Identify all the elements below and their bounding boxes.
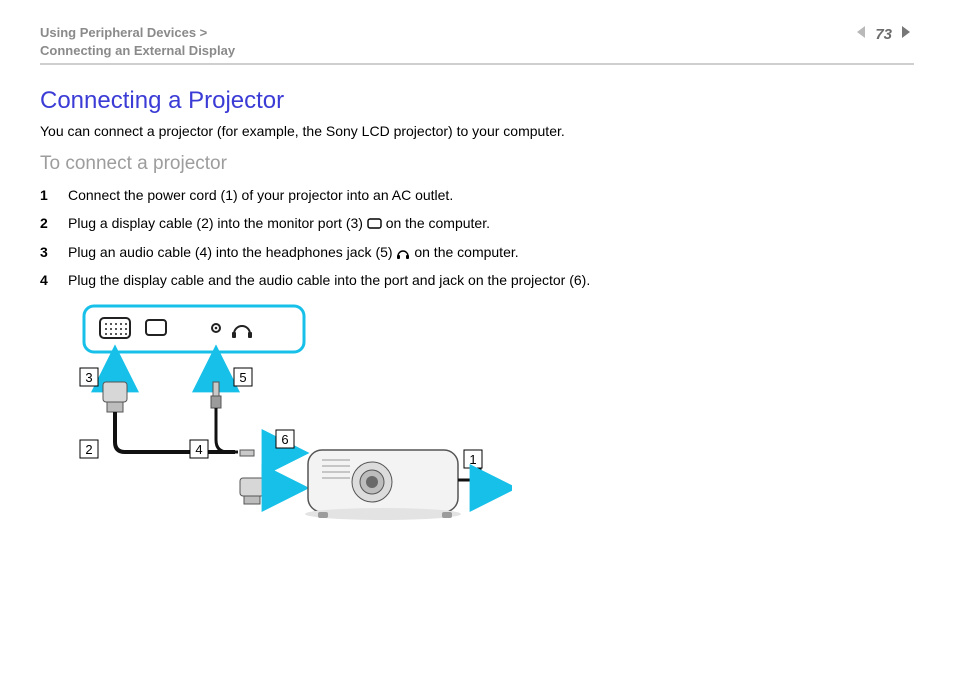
step-2: 2Plug a display cable (2) into the monit… bbox=[40, 213, 914, 233]
step-3-text: Plug an audio cable (4) into the headpho… bbox=[68, 242, 519, 262]
audio-plug-projector bbox=[240, 450, 254, 456]
content: Connecting a Projector You can connect a… bbox=[40, 65, 914, 560]
headphone-icon bbox=[234, 326, 250, 334]
pager: 73 bbox=[853, 24, 914, 45]
breadcrumb-line2: Connecting an External Display bbox=[40, 42, 235, 60]
vga-connector-projector bbox=[240, 478, 264, 504]
label-3: 3 bbox=[85, 370, 92, 385]
connection-diagram: 3 5 2 4 bbox=[72, 300, 512, 560]
prev-page-icon[interactable] bbox=[853, 24, 869, 45]
step-1-text: Connect the power cord (1) of your proje… bbox=[68, 185, 453, 205]
next-page-icon[interactable] bbox=[898, 24, 914, 45]
label-5: 5 bbox=[239, 370, 246, 385]
page-number: 73 bbox=[875, 26, 892, 43]
label-2: 2 bbox=[85, 442, 92, 457]
audio-plug bbox=[211, 382, 238, 452]
headphone-icon bbox=[396, 244, 410, 260]
monitor-port-icon bbox=[146, 320, 166, 335]
page-title: Connecting a Projector bbox=[40, 87, 914, 115]
step-4-text: Plug the display cable and the audio cab… bbox=[68, 270, 590, 290]
step-2-text: Plug a display cable (2) into the monito… bbox=[68, 213, 490, 233]
step-4: 4Plug the display cable and the audio ca… bbox=[40, 270, 914, 290]
label-4: 4 bbox=[195, 442, 202, 457]
breadcrumb: Using Peripheral Devices > Connecting an… bbox=[40, 24, 235, 59]
step-list: 1Connect the power cord (1) of your proj… bbox=[40, 185, 914, 290]
monitor-port-icon bbox=[367, 215, 382, 231]
header: Using Peripheral Devices > Connecting an… bbox=[40, 24, 914, 65]
subheading: To connect a projector bbox=[40, 153, 914, 175]
projector-illustration bbox=[305, 450, 480, 520]
label-1: 1 bbox=[469, 452, 476, 467]
step-3: 3Plug an audio cable (4) into the headph… bbox=[40, 242, 914, 262]
intro-text: You can connect a projector (for example… bbox=[40, 123, 914, 139]
vga-port-icon bbox=[100, 318, 130, 338]
label-6: 6 bbox=[281, 432, 288, 447]
breadcrumb-line1: Using Peripheral Devices > bbox=[40, 24, 235, 42]
step-1: 1Connect the power cord (1) of your proj… bbox=[40, 185, 914, 205]
